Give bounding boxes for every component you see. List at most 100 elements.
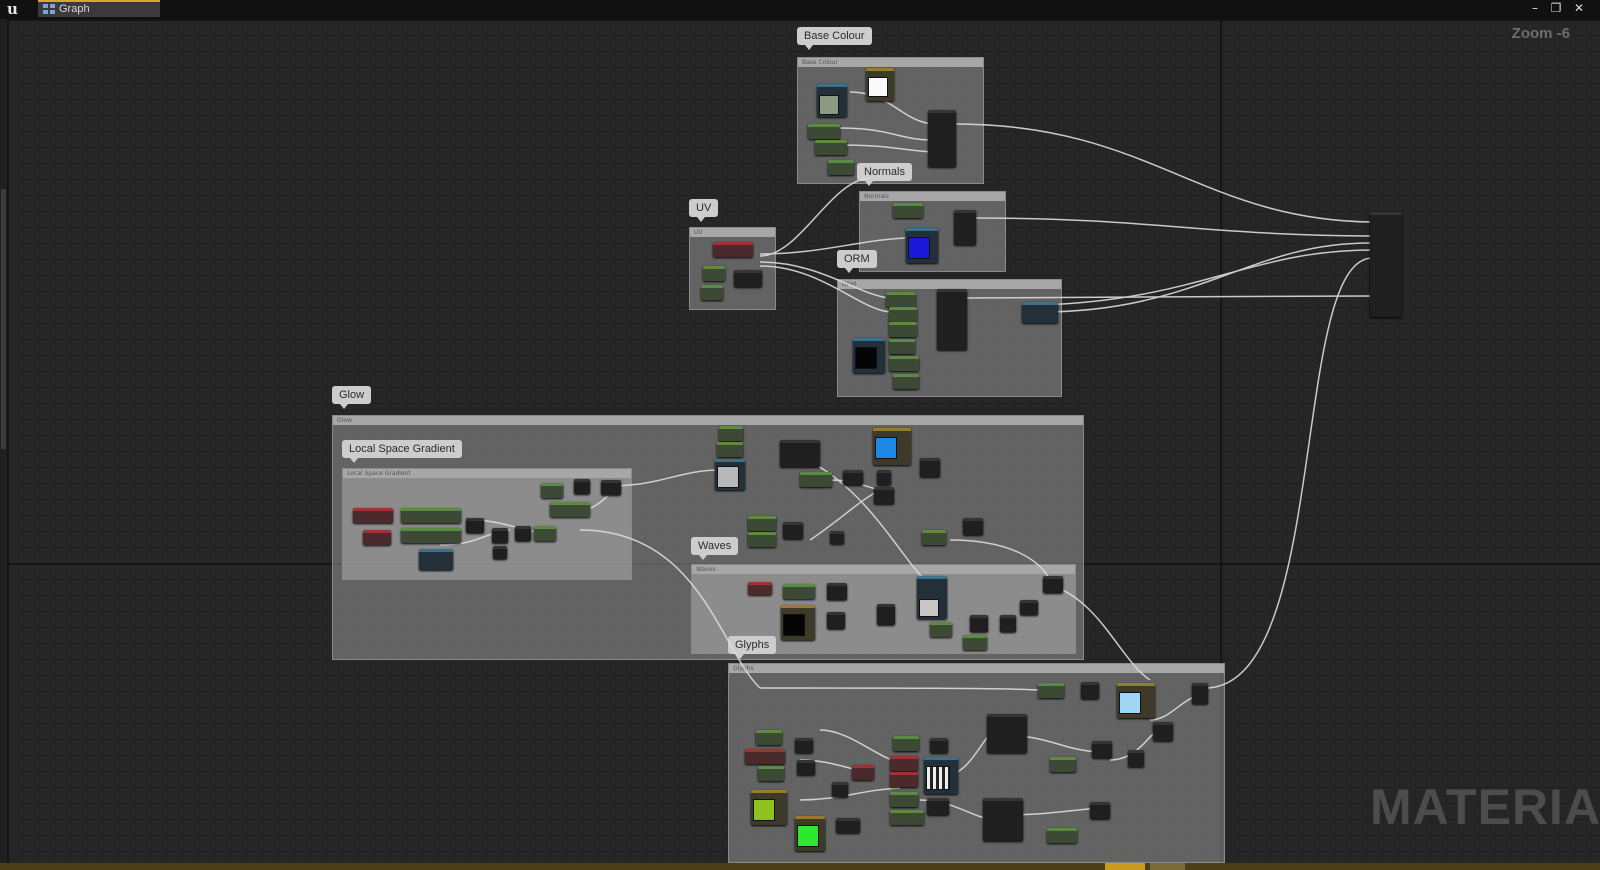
- math-node[interactable]: [827, 612, 845, 629]
- comment-bubble-uv[interactable]: UV: [689, 199, 719, 222]
- orm-texture-node[interactable]: [853, 338, 885, 373]
- math-node[interactable]: [970, 615, 988, 632]
- scrollbar-thumb[interactable]: [1, 189, 6, 449]
- scalar-parameter-node[interactable]: [890, 810, 924, 825]
- math-node[interactable]: [1153, 722, 1173, 741]
- vector-parameter-node[interactable]: [748, 582, 772, 595]
- vector-parameter-node[interactable]: [866, 68, 894, 101]
- close-button[interactable]: ✕: [1570, 1, 1588, 16]
- scalar-parameter-node[interactable]: [889, 322, 917, 337]
- vector-parameter-node[interactable]: [890, 772, 918, 787]
- scalar-parameter-node[interactable]: [783, 584, 815, 599]
- scalar-parameter-node[interactable]: [748, 516, 776, 531]
- math-node[interactable]: [493, 546, 507, 559]
- material-output-node[interactable]: [1370, 212, 1402, 317]
- vector-parameter-node[interactable]: [353, 508, 393, 523]
- math-node[interactable]: [1128, 750, 1144, 767]
- math-node[interactable]: [927, 798, 949, 815]
- scalar-parameter-node[interactable]: [815, 140, 847, 155]
- math-node[interactable]: [836, 818, 860, 833]
- comment-bubble-orm[interactable]: ORM: [837, 250, 877, 273]
- math-node[interactable]: [877, 470, 891, 485]
- scalar-parameter-node[interactable]: [889, 307, 917, 322]
- material-function-node[interactable]: [780, 440, 820, 467]
- math-node[interactable]: [783, 522, 803, 539]
- math-node[interactable]: [1090, 802, 1110, 819]
- scalar-parameter-node[interactable]: [1050, 757, 1076, 772]
- math-node[interactable]: [877, 604, 895, 625]
- math-node[interactable]: [601, 480, 621, 495]
- material-function-node[interactable]: [987, 714, 1027, 753]
- math-node[interactable]: [515, 526, 531, 541]
- scalar-parameter-node[interactable]: [534, 526, 556, 541]
- scalar-parameter-node[interactable]: [886, 292, 916, 307]
- math-node[interactable]: [832, 782, 848, 797]
- comment-bubble-normals[interactable]: Normals: [857, 163, 912, 186]
- math-node[interactable]: [1020, 600, 1038, 615]
- math-node[interactable]: [843, 470, 863, 485]
- scalar-parameter-node[interactable]: [963, 635, 987, 650]
- math-node[interactable]: [1192, 683, 1208, 704]
- scalar-parameter-node[interactable]: [893, 736, 919, 751]
- glyph-texture-node[interactable]: [924, 757, 958, 794]
- material-function-node[interactable]: [928, 110, 956, 167]
- scalar-parameter-node[interactable]: [808, 124, 840, 139]
- texture-sample-node[interactable]: [817, 84, 847, 117]
- comment-bubble-glow[interactable]: Glow: [332, 386, 372, 409]
- vector-parameter-node[interactable]: [713, 242, 753, 257]
- scalar-parameter-node[interactable]: [1047, 828, 1077, 843]
- scalar-parameter-node[interactable]: [1038, 683, 1064, 698]
- scalar-parameter-node[interactable]: [922, 530, 946, 545]
- scalar-parameter-node[interactable]: [889, 339, 915, 354]
- scalar-parameter-node[interactable]: [930, 622, 952, 637]
- noise-texture-node[interactable]: [715, 459, 745, 490]
- unreal-logo-icon[interactable]: u: [7, 1, 27, 18]
- normal-texture-node[interactable]: [906, 228, 938, 263]
- scalar-parameter-node[interactable]: [748, 532, 776, 547]
- vector-parameter-node[interactable]: [751, 790, 787, 825]
- comment-bubble-waves[interactable]: Waves: [691, 537, 739, 560]
- comment-bubble-base-colour[interactable]: Base Colour: [797, 27, 872, 50]
- vector-parameter-node[interactable]: [873, 428, 911, 465]
- vector-parameter-node[interactable]: [781, 605, 815, 640]
- tab-graph[interactable]: Graph: [38, 0, 160, 17]
- math-node[interactable]: [492, 528, 508, 543]
- scalar-parameter-node[interactable]: [828, 160, 854, 175]
- math-node[interactable]: [795, 738, 813, 753]
- vector-parameter-node[interactable]: [363, 530, 391, 545]
- scalar-parameter-node[interactable]: [893, 374, 919, 389]
- math-node[interactable]: [874, 487, 894, 504]
- math-node[interactable]: [930, 738, 948, 753]
- scalar-parameter-node[interactable]: [541, 483, 563, 498]
- vector-parameter-node[interactable]: [852, 765, 874, 780]
- vector-parameter-node[interactable]: [795, 816, 825, 851]
- vector-parameter-node[interactable]: [890, 756, 918, 771]
- math-node[interactable]: [574, 479, 590, 494]
- scalar-parameter-node[interactable]: [701, 285, 723, 300]
- vector-parameter-node[interactable]: [745, 749, 785, 764]
- math-node[interactable]: [466, 518, 484, 533]
- math-node[interactable]: [1043, 576, 1063, 593]
- function-output-node[interactable]: [1022, 302, 1058, 323]
- math-node[interactable]: [1000, 615, 1016, 632]
- material-function-node[interactable]: [954, 210, 976, 245]
- restore-button[interactable]: ❐: [1547, 1, 1565, 16]
- math-node[interactable]: [1081, 682, 1099, 699]
- scalar-parameter-node[interactable]: [889, 356, 919, 371]
- math-node[interactable]: [827, 583, 847, 600]
- scalar-parameter-node[interactable]: [890, 792, 918, 807]
- comment-bubble-glyphs[interactable]: Glyphs: [728, 636, 777, 659]
- math-node[interactable]: [797, 760, 815, 775]
- noise-texture-node[interactable]: [917, 576, 947, 619]
- scalar-parameter-node[interactable]: [719, 426, 743, 441]
- scalar-parameter-node[interactable]: [800, 472, 832, 487]
- math-node[interactable]: [963, 518, 983, 535]
- texture-sample-node[interactable]: [419, 549, 453, 570]
- minimize-button[interactable]: –: [1526, 1, 1544, 16]
- scalar-parameter-node[interactable]: [401, 528, 461, 543]
- scalar-parameter-node[interactable]: [717, 442, 743, 457]
- material-function-node[interactable]: [983, 798, 1023, 841]
- math-node[interactable]: [1092, 741, 1112, 758]
- math-node[interactable]: [920, 458, 940, 477]
- scalar-parameter-node[interactable]: [758, 766, 784, 781]
